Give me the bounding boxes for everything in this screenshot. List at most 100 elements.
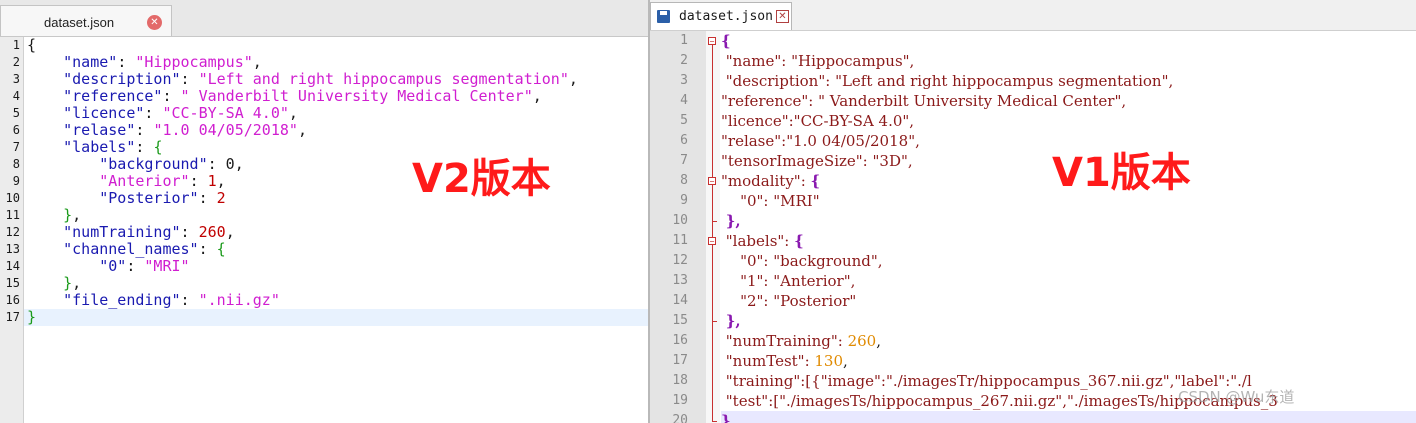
v2-version-label: V2版本 (412, 156, 551, 202)
line-number: 6 (12, 123, 20, 137)
line-number: 16 (672, 333, 688, 348)
line-number: 5 (680, 113, 688, 128)
code-line: "1": "Anterior", (721, 271, 1416, 291)
fold-guide (712, 45, 713, 421)
code-token: "name": "Hippocampus", (725, 52, 915, 70)
code-token: , (876, 332, 882, 350)
code-line: "description": "Left and right hippocamp… (27, 71, 648, 88)
code-token: "Left and right hippocampus segmentation… (198, 70, 569, 88)
line-number: 3 (680, 73, 688, 88)
code-token: } (721, 412, 731, 423)
watermark: CSDN @Wu东道 (1178, 388, 1295, 406)
code-token: "Hippocampus" (135, 53, 253, 71)
code-token: "Posterior" (99, 189, 199, 207)
code-token: "relase":"1.0 04/05/2018", (721, 132, 920, 150)
code-token: "0": "background", (740, 252, 883, 270)
code-token: , (72, 206, 82, 224)
code-line: }, (27, 275, 648, 292)
code-line: "labels": { (721, 231, 1416, 251)
code-token: 2 (216, 189, 226, 207)
close-icon[interactable]: ✕ (147, 15, 162, 30)
code-token: "description": "Left and right hippocamp… (725, 72, 1174, 90)
code-token: "2": "Posterior" (740, 292, 857, 310)
code-token: } (27, 308, 37, 326)
code-token: "training":[{"image":"./imagesTr/hippoca… (725, 372, 1252, 390)
code-token: "reference" (63, 87, 163, 105)
code-token: }, (725, 212, 741, 230)
line-number: 20 (672, 413, 688, 423)
fold-end-marker (712, 321, 717, 322)
close-icon[interactable]: ✕ (776, 10, 789, 23)
code-line: "name": "Hippocampus", (721, 51, 1416, 71)
editor-v1: dataset.json ✕ { "name": "Hippocampus", … (650, 0, 1416, 423)
line-number: 18 (672, 373, 688, 388)
code-line: "file_ending": ".nii.gz" (27, 292, 648, 309)
code-token: , (216, 172, 226, 190)
line-number: 9 (12, 174, 20, 188)
line-number: 2 (680, 53, 688, 68)
fold-toggle-icon[interactable]: − (708, 237, 716, 246)
code-token: "relase" (63, 121, 136, 139)
line-number: 8 (12, 157, 20, 171)
code-line: { (27, 37, 648, 54)
code-token: : (189, 172, 208, 190)
code-token: , (225, 223, 235, 241)
code-token: "name" (63, 53, 118, 71)
code-line: "test":["./imagesTs/hippocampus_267.nii.… (721, 391, 1416, 411)
code-token: "licence" (63, 104, 145, 122)
line-number: 16 (5, 293, 20, 307)
tab-dataset-json[interactable]: dataset.json ✕ (650, 2, 792, 30)
code-token: , (297, 121, 307, 139)
line-number: 7 (12, 140, 20, 154)
code-line: "numTest": 130, (721, 351, 1416, 371)
code-token: 1 (207, 172, 217, 190)
code-line: "channel_names": { (27, 241, 648, 258)
code-token: "numTraining" (63, 223, 181, 241)
code-token: , (288, 104, 298, 122)
code-token: "channel_names" (63, 240, 199, 258)
code-token: } (63, 274, 73, 292)
code-line: "labels": { (27, 139, 648, 156)
line-number: 13 (672, 273, 688, 288)
code-line: "numTraining": 260, (721, 331, 1416, 351)
code-line: "reference": " Vanderbilt University Med… (721, 91, 1416, 111)
floppy-disk-icon (657, 10, 670, 23)
code-token: "reference": " Vanderbilt University Med… (721, 92, 1127, 110)
fold-toggle-icon[interactable]: − (708, 177, 716, 186)
line-number: 7 (680, 153, 688, 168)
code-line: "licence": "CC-BY-SA 4.0", (27, 105, 648, 122)
fold-end-marker (712, 421, 717, 422)
editor-v2: dataset.json ✕ { "name": "Hippocampus", … (0, 0, 648, 423)
code-token: }, (725, 312, 741, 330)
tab-bar: dataset.json ✕ (650, 0, 1416, 31)
code-token: ".nii.gz" (198, 291, 280, 309)
line-number: 11 (5, 208, 20, 222)
line-number: 4 (680, 93, 688, 108)
code-token: "background" (99, 155, 208, 173)
line-number: 17 (5, 310, 20, 324)
tab-bar: dataset.json ✕ (0, 0, 648, 37)
code-token: "numTraining": (725, 332, 848, 350)
code-line: "licence":"CC-BY-SA 4.0", (721, 111, 1416, 131)
code-line: "2": "Posterior" (721, 291, 1416, 311)
line-number: 19 (672, 393, 688, 408)
tab-label: dataset.json (44, 15, 115, 30)
tab-dataset-json[interactable]: dataset.json ✕ (0, 5, 172, 36)
fold-toggle-icon[interactable]: − (708, 37, 716, 46)
code-token: : (198, 189, 217, 207)
code-line: "reference": " Vanderbilt University Med… (27, 88, 648, 105)
code-line: "Anterior": 1, (27, 173, 648, 190)
code-line: } (27, 309, 648, 326)
code-token: "file_ending" (63, 291, 181, 309)
code-token: "0": "MRI" (740, 192, 820, 210)
fold-guide (712, 185, 713, 221)
line-number: 1 (12, 38, 20, 52)
line-number: 14 (5, 259, 20, 273)
line-number: 12 (5, 225, 20, 239)
